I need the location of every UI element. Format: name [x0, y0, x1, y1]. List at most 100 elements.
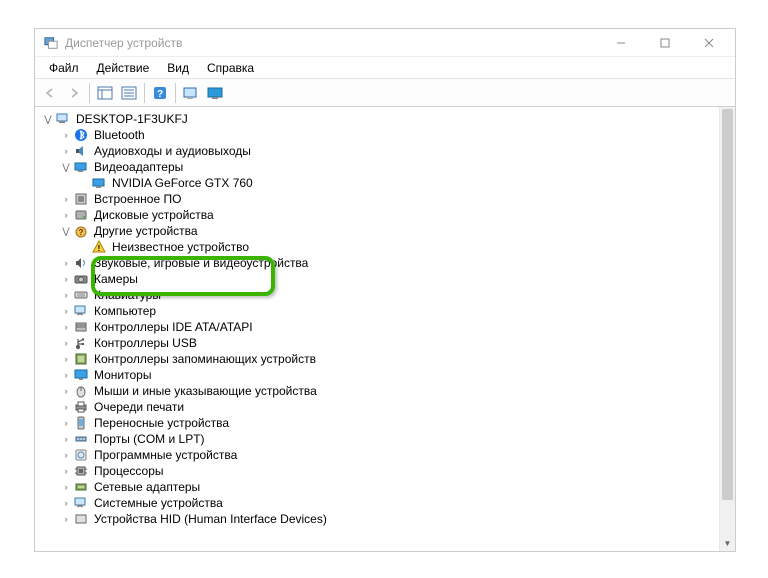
expand-icon[interactable]: ›: [59, 351, 73, 367]
svg-text:?: ?: [157, 89, 163, 100]
ports-icon: [73, 431, 89, 447]
expand-icon[interactable]: ›: [59, 415, 73, 431]
tree-item-portable[interactable]: › Переносные устройства: [41, 415, 735, 431]
tree-item-keyboards[interactable]: › Клавиатуры: [41, 287, 735, 303]
expand-icon[interactable]: ›: [59, 127, 73, 143]
titlebar[interactable]: Диспетчер устройств: [35, 29, 735, 57]
tree-item-software[interactable]: › Программные устройства: [41, 447, 735, 463]
menu-help[interactable]: Справка: [199, 59, 262, 77]
toolbar-detail-button[interactable]: [94, 82, 116, 104]
tree-item-ide[interactable]: › Контроллеры IDE ATA/ATAPI: [41, 319, 735, 335]
tree-item-audio-io[interactable]: › Аудиовходы и аудиовыходы: [41, 143, 735, 159]
svg-text:!: !: [98, 244, 101, 253]
tree-item-network[interactable]: › Сетевые адаптеры: [41, 479, 735, 495]
tree-root[interactable]: ⋁ DESKTOP-1F3UKFJ: [41, 111, 735, 127]
display-adapter-icon: [91, 175, 107, 191]
tree-item-cameras[interactable]: › Камеры: [41, 271, 735, 287]
hid-icon: [73, 511, 89, 527]
toolbar-separator: [144, 83, 145, 103]
app-icon: [43, 35, 59, 51]
device-tree[interactable]: ⋁ DESKTOP-1F3UKFJ › Bluetooth › Аудиовхо…: [41, 111, 735, 527]
svg-text:?: ?: [79, 228, 84, 237]
toolbar-separator: [175, 83, 176, 103]
expand-icon[interactable]: ›: [59, 447, 73, 463]
cpu-icon: [73, 463, 89, 479]
expand-icon[interactable]: ›: [59, 463, 73, 479]
warning-icon: !: [91, 239, 107, 255]
expand-icon[interactable]: ›: [59, 383, 73, 399]
expand-icon[interactable]: ›: [59, 271, 73, 287]
nav-forward-button[interactable]: [63, 82, 85, 104]
network-icon: [73, 479, 89, 495]
tree-item-hid[interactable]: › Устройства HID (Human Interface Device…: [41, 511, 735, 527]
tree-item-print-queues[interactable]: › Очереди печати: [41, 399, 735, 415]
firmware-icon: [73, 191, 89, 207]
portable-device-icon: [73, 415, 89, 431]
tree-item-sound[interactable]: › Звуковые, игровые и видеоустройства: [41, 255, 735, 271]
tree-item-other[interactable]: ⋁ ? Другие устройства: [41, 223, 735, 239]
computer-icon: [55, 111, 71, 127]
expand-icon[interactable]: ›: [59, 335, 73, 351]
collapse-icon[interactable]: ⋁: [59, 159, 73, 175]
tree-item-ports[interactable]: › Порты (COM и LPT): [41, 431, 735, 447]
tree-content: ⋁ DESKTOP-1F3UKFJ › Bluetooth › Аудиовхо…: [35, 107, 735, 551]
scroll-thumb[interactable]: [722, 109, 733, 500]
sound-icon: [73, 255, 89, 271]
collapse-icon[interactable]: ⋁: [59, 223, 73, 239]
expand-icon[interactable]: ›: [59, 191, 73, 207]
maximize-button[interactable]: [643, 30, 687, 56]
system-device-icon: [73, 495, 89, 511]
tree-item-unknown[interactable]: ! Неизвестное устройство: [41, 239, 735, 255]
tree-item-system[interactable]: › Системные устройства: [41, 495, 735, 511]
other-device-icon: ?: [73, 223, 89, 239]
expand-icon[interactable]: ›: [59, 431, 73, 447]
toolbar-separator: [89, 83, 90, 103]
mouse-icon: [73, 383, 89, 399]
minimize-button[interactable]: [599, 30, 643, 56]
computer-icon: [73, 303, 89, 319]
device-manager-window: Диспетчер устройств Файл Действие Вид Сп…: [34, 28, 736, 552]
tree-item-video-adapters[interactable]: ⋁ Видеоадаптеры: [41, 159, 735, 175]
tree-item-disk[interactable]: › Дисковые устройства: [41, 207, 735, 223]
expand-icon[interactable]: ›: [59, 399, 73, 415]
disk-icon: [73, 207, 89, 223]
tree-item-mice[interactable]: › Мыши и иные указывающие устройства: [41, 383, 735, 399]
expand-icon[interactable]: ›: [59, 287, 73, 303]
tree-item-processors[interactable]: › Процессоры: [41, 463, 735, 479]
tree-item-computer[interactable]: › Компьютер: [41, 303, 735, 319]
expand-icon[interactable]: ›: [59, 495, 73, 511]
scroll-down-icon[interactable]: ▼: [720, 535, 735, 551]
expand-icon[interactable]: ›: [59, 479, 73, 495]
audio-icon: [73, 143, 89, 159]
storage-controller-icon: [73, 351, 89, 367]
nav-back-button[interactable]: [39, 82, 61, 104]
toolbar-monitor-button[interactable]: [204, 82, 226, 104]
expand-icon[interactable]: ›: [59, 367, 73, 383]
tree-item-usb[interactable]: › Контроллеры USB: [41, 335, 735, 351]
vertical-scrollbar[interactable]: ▲ ▼: [719, 107, 735, 551]
expand-icon[interactable]: ⋁: [41, 111, 55, 127]
expand-icon[interactable]: ›: [59, 319, 73, 335]
bluetooth-icon: [73, 127, 89, 143]
tree-item-gpu[interactable]: NVIDIA GeForce GTX 760: [41, 175, 735, 191]
tree-item-monitors[interactable]: › Мониторы: [41, 367, 735, 383]
toolbar: ?: [35, 79, 735, 107]
menu-action[interactable]: Действие: [89, 59, 158, 77]
tree-item-bluetooth[interactable]: › Bluetooth: [41, 127, 735, 143]
expand-icon[interactable]: ›: [59, 207, 73, 223]
toolbar-scan-button[interactable]: [180, 82, 202, 104]
display-adapter-icon: [73, 159, 89, 175]
expand-icon[interactable]: ›: [59, 303, 73, 319]
tree-item-firmware[interactable]: › Встроенное ПО: [41, 191, 735, 207]
menubar: Файл Действие Вид Справка: [35, 57, 735, 79]
menu-view[interactable]: Вид: [159, 59, 197, 77]
software-device-icon: [73, 447, 89, 463]
close-button[interactable]: [687, 30, 731, 56]
tree-item-storage-controllers[interactable]: › Контроллеры запоминающих устройств: [41, 351, 735, 367]
expand-icon[interactable]: ›: [59, 143, 73, 159]
toolbar-help-button[interactable]: ?: [149, 82, 171, 104]
toolbar-view-button[interactable]: [118, 82, 140, 104]
expand-icon[interactable]: ›: [59, 255, 73, 271]
menu-file[interactable]: Файл: [41, 59, 87, 77]
expand-icon[interactable]: ›: [59, 511, 73, 527]
